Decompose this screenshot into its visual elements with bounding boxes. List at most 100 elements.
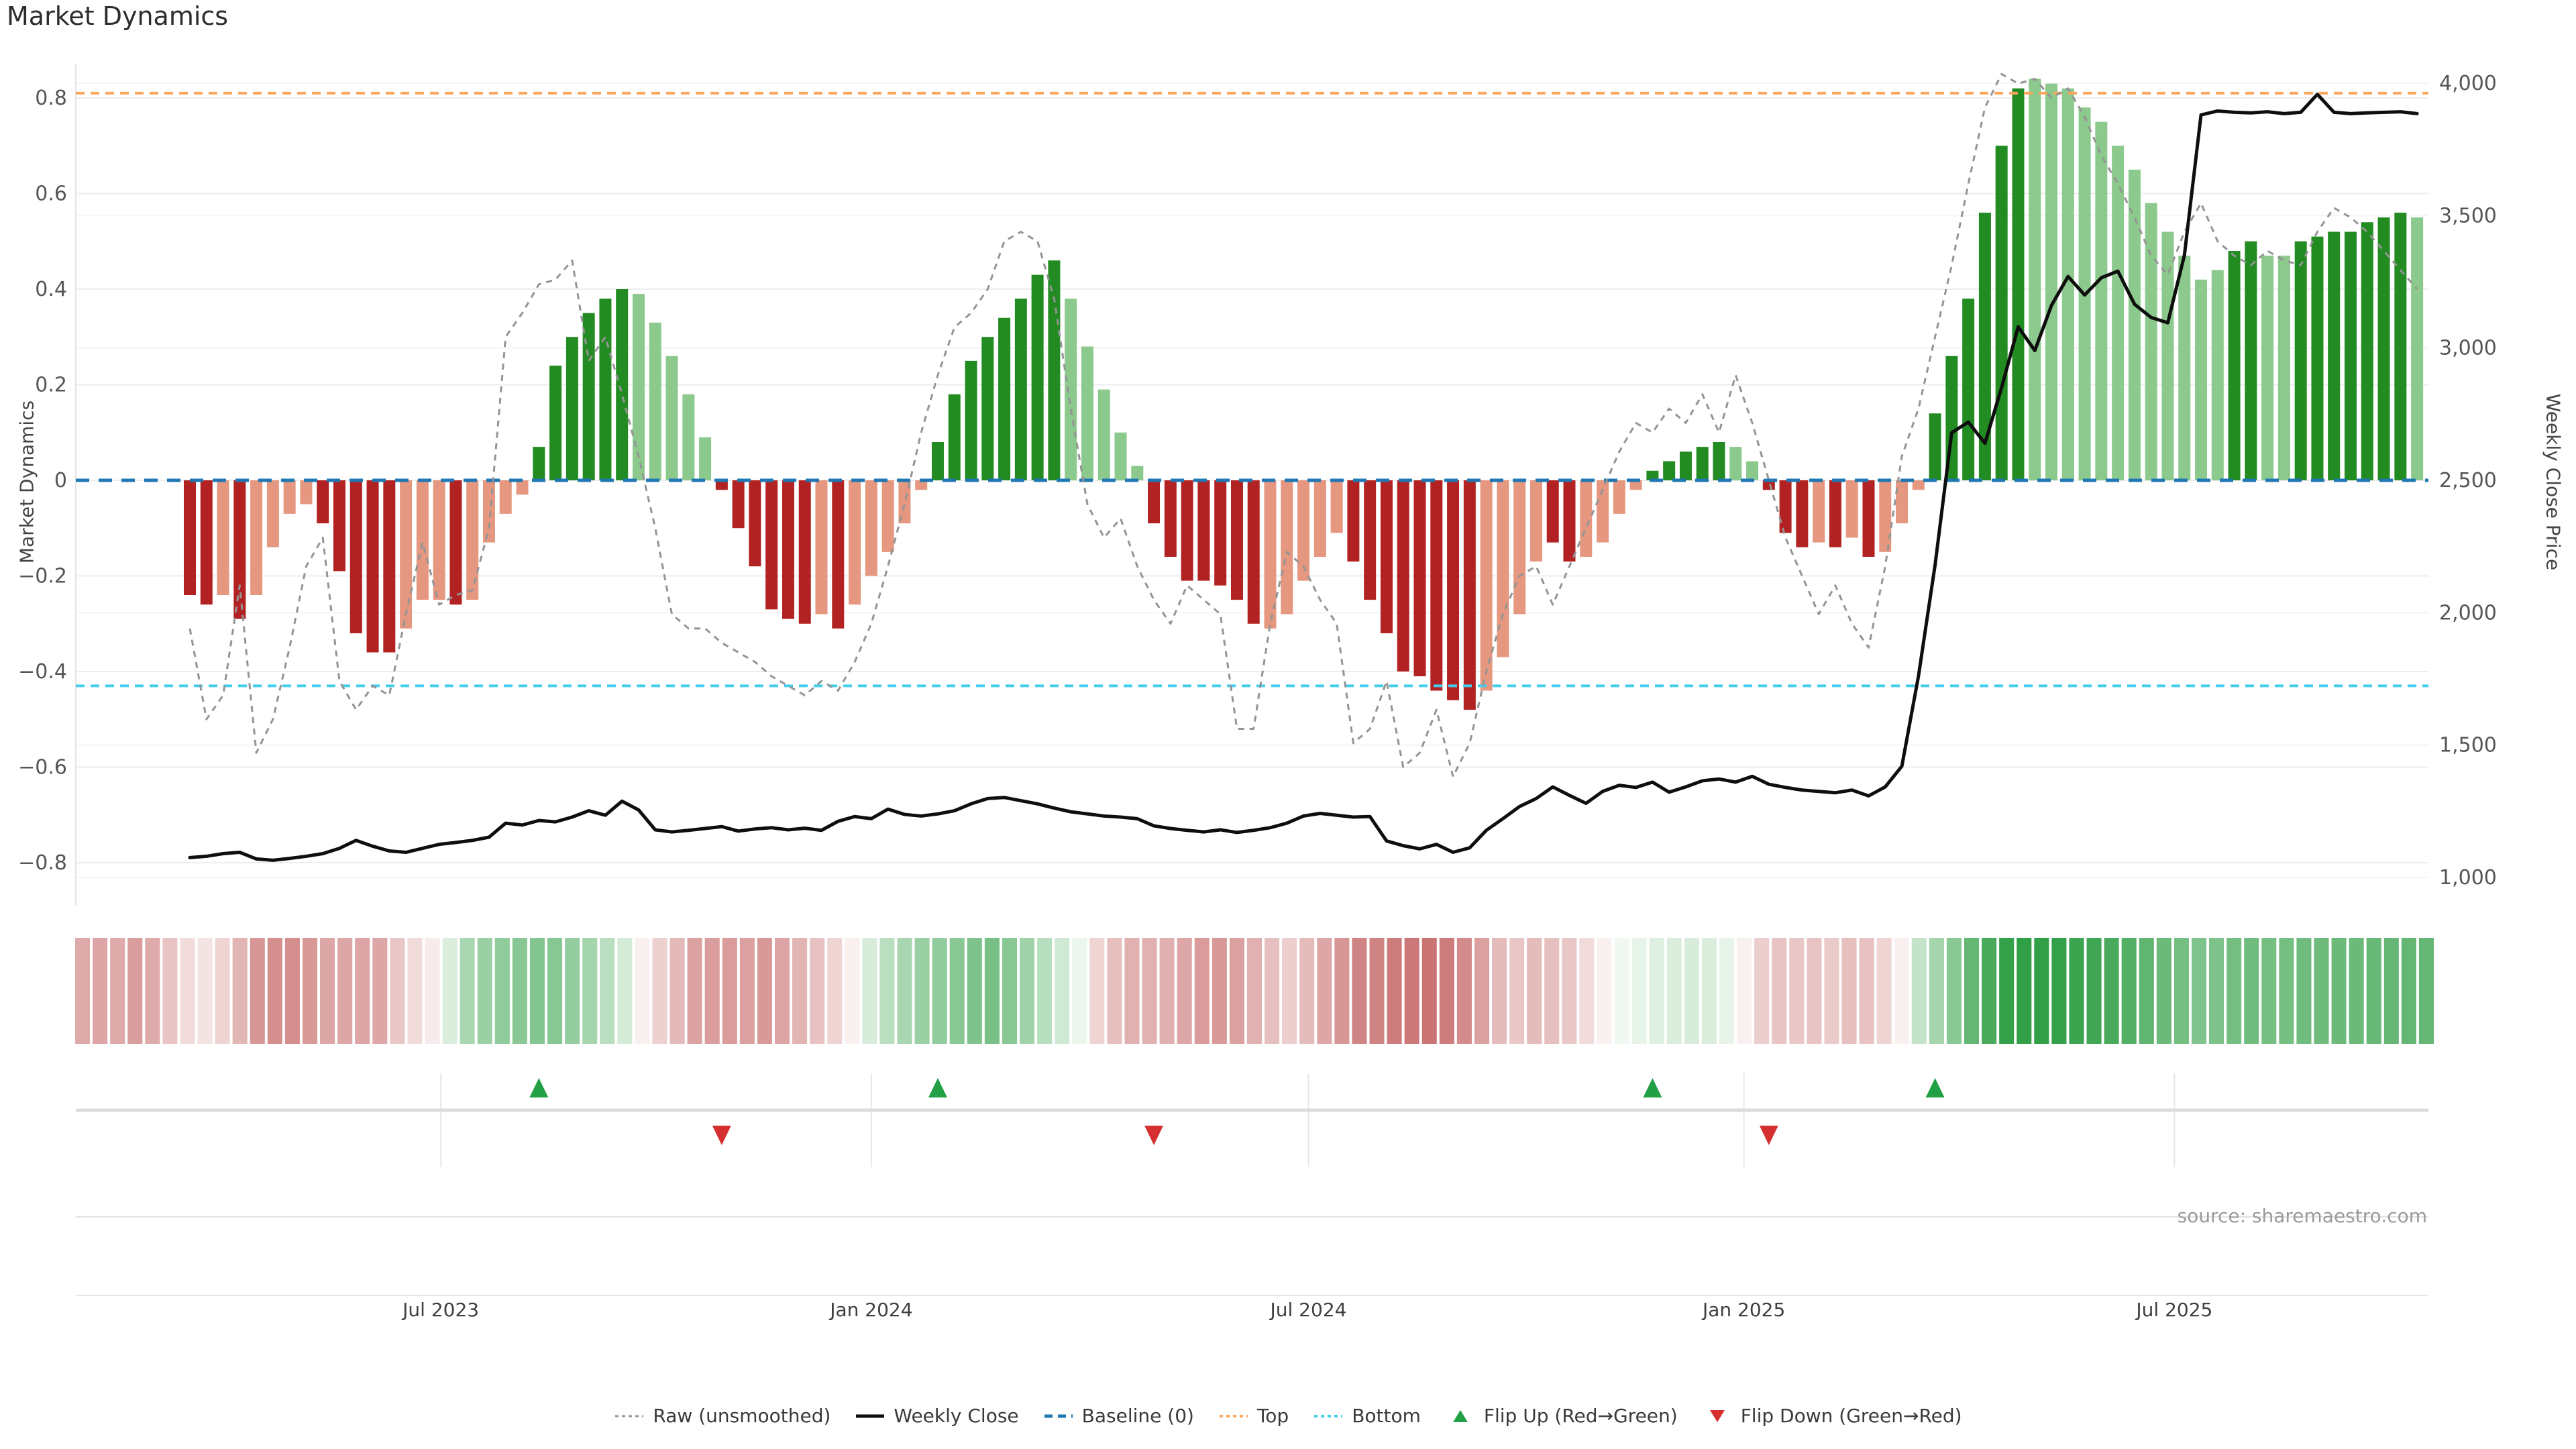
heatmap-cell xyxy=(2419,938,2434,1044)
left-axis-tick: −0.4 xyxy=(18,660,67,684)
oscillator-bar xyxy=(633,294,645,480)
heatmap-cell xyxy=(792,938,807,1044)
legend: Raw (unsmoothed)Weekly CloseBaseline (0)… xyxy=(0,1405,2576,1427)
heatmap-cell xyxy=(320,938,335,1044)
heatmap-cell xyxy=(2367,938,2381,1044)
oscillator-bar xyxy=(1281,480,1293,614)
heatmap-cell xyxy=(2104,938,2119,1044)
oscillator-bar xyxy=(201,480,213,604)
left-axis-tick: 0 xyxy=(54,469,67,492)
heatmap-cell xyxy=(2402,938,2416,1044)
oscillator-bar xyxy=(317,480,329,523)
oscillator-bar xyxy=(2229,251,2241,480)
heatmap-cell xyxy=(2261,938,2276,1044)
oscillator-bar xyxy=(2029,79,2041,481)
oscillator-bar xyxy=(1780,480,1792,533)
oscillator-bar xyxy=(699,437,711,480)
chart-canvas: 0.80.60.40.20−0.2−0.4−0.6−0.84,0003,5003… xyxy=(0,0,2576,1449)
heatmap-cell xyxy=(2209,938,2224,1044)
heatmap-cell xyxy=(827,938,842,1044)
oscillator-bar xyxy=(284,480,296,514)
oscillator-bar xyxy=(1331,480,1343,533)
heatmap-cell xyxy=(1684,938,1699,1044)
oscillator-bar xyxy=(1148,480,1160,523)
oscillator-bar xyxy=(1513,480,1525,614)
heatmap-cell xyxy=(110,938,125,1044)
oscillator-bar xyxy=(733,480,745,528)
heatmap-cell xyxy=(1947,938,1962,1044)
page-title: Market Dynamics xyxy=(7,1,228,31)
left-axis-tick: 0.4 xyxy=(35,278,67,301)
oscillator-bar xyxy=(566,337,578,480)
heatmap-cell xyxy=(1387,938,1402,1044)
heatmap-cell xyxy=(1195,938,1210,1044)
heatmap-cell xyxy=(547,938,562,1044)
oscillator-bar xyxy=(965,361,977,480)
oscillator-bar xyxy=(300,480,312,504)
flip-up-icon xyxy=(1643,1078,1662,1097)
x-axis-tick: Jul 2023 xyxy=(401,1299,479,1321)
legend-item: Baseline (0) xyxy=(1043,1405,1194,1427)
oscillator-bar xyxy=(599,299,611,480)
heatmap-cell xyxy=(1860,938,1874,1044)
oscillator-bar xyxy=(517,480,529,494)
oscillator-bar xyxy=(1347,480,1359,561)
heatmap-cell xyxy=(425,938,439,1044)
heatmap-cell xyxy=(722,938,737,1044)
heatmap-cell xyxy=(303,938,317,1044)
right-axis-tick: 3,500 xyxy=(2439,204,2497,227)
heatmap-cell xyxy=(1212,938,1227,1044)
heatmap-cell xyxy=(1177,938,1192,1044)
heatmap-cell xyxy=(1089,938,1104,1044)
oscillator-bar xyxy=(1098,390,1110,480)
heatmap-cell xyxy=(897,938,912,1044)
heatmap-cell xyxy=(2314,938,2328,1044)
oscillator-bar xyxy=(1829,480,1841,547)
x-axis-tick: Jul 2024 xyxy=(1269,1299,1347,1321)
oscillator-bar xyxy=(1381,480,1393,633)
bottom-swatch-icon xyxy=(1313,1408,1344,1424)
legend-item: Flip Down (Green→Red) xyxy=(1702,1405,1962,1427)
oscillator-bar xyxy=(2195,280,2207,480)
oscillator-bar xyxy=(449,480,462,604)
legend-label: Flip Up (Red→Green) xyxy=(1484,1405,1678,1427)
heatmap-cell xyxy=(1230,938,1244,1044)
heatmap-cell xyxy=(198,938,213,1044)
oscillator-bar xyxy=(233,480,246,619)
heatmap-cell xyxy=(845,938,859,1044)
oscillator-bar xyxy=(184,480,196,595)
oscillator-bar xyxy=(2328,232,2340,481)
legend-label: Baseline (0) xyxy=(1082,1405,1194,1427)
heatmap-cell xyxy=(1160,938,1175,1044)
heatmap-cell xyxy=(617,938,632,1044)
heatmap-cell xyxy=(635,938,649,1044)
heatmap-cell xyxy=(1509,938,1524,1044)
oscillator-bar xyxy=(849,480,861,604)
heatmap-cell xyxy=(670,938,685,1044)
heatmap-cell xyxy=(443,938,458,1044)
heatmap-cell xyxy=(1841,938,1856,1044)
heatmap-cell xyxy=(1527,938,1542,1044)
oscillator-bar xyxy=(2361,222,2373,480)
oscillator-bar xyxy=(1248,480,1260,624)
heatmap-cell xyxy=(2332,938,2347,1044)
oscillator-bar xyxy=(267,480,279,547)
heatmap-cell xyxy=(1055,938,1069,1044)
heatmap-cell xyxy=(1352,938,1366,1044)
oscillator-bar xyxy=(1197,480,1210,581)
heatmap-cell xyxy=(75,938,90,1044)
oscillator-bar xyxy=(466,480,478,600)
heatmap-cell xyxy=(372,938,387,1044)
heatmap-cell xyxy=(862,938,877,1044)
heatmap-cell xyxy=(1562,938,1576,1044)
heatmap-cell xyxy=(757,938,772,1044)
oscillator-bar xyxy=(433,480,445,600)
heatmap-cell xyxy=(2296,938,2311,1044)
oscillator-bar xyxy=(981,337,994,480)
heatmap-cell xyxy=(233,938,248,1044)
heatmap-cell xyxy=(915,938,930,1044)
heatmap-cell xyxy=(1457,938,1472,1044)
heatmap-cell xyxy=(1317,938,1332,1044)
legend-item: Bottom xyxy=(1313,1405,1421,1427)
legend-label: Weekly Close xyxy=(894,1405,1018,1427)
